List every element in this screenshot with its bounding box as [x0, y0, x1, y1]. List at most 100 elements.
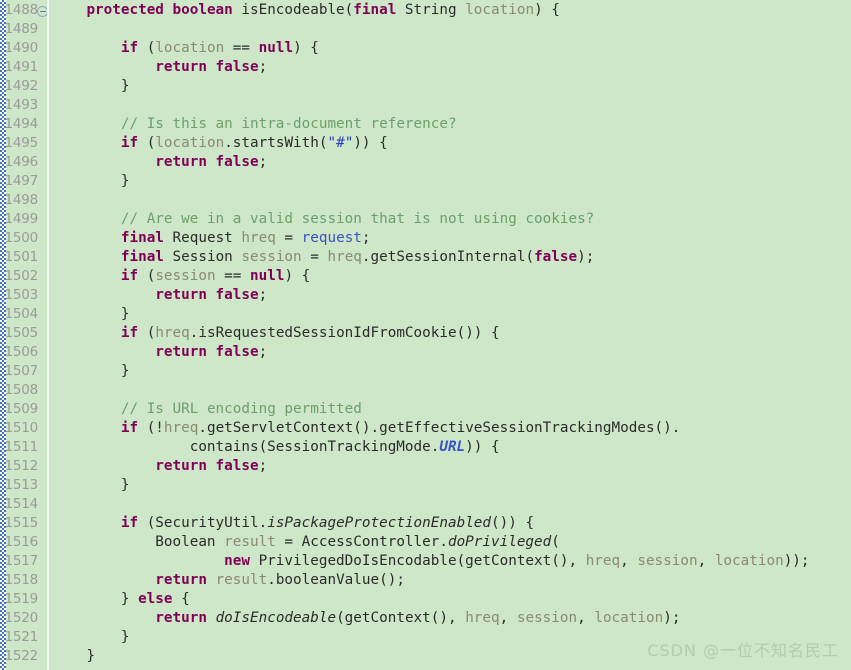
code-token-kw: else: [138, 591, 173, 607]
code-line[interactable]: // Are we in a valid session that is not…: [52, 210, 594, 229]
code-token-str: "#": [327, 135, 354, 151]
code-line[interactable]: return false;: [52, 286, 267, 305]
code-token-plain: ;: [258, 59, 268, 75]
code-token-local: hreq: [327, 249, 362, 265]
code-token-local: session: [155, 268, 216, 284]
code-line[interactable]: } else {: [52, 590, 190, 609]
code-token-plain: )) {: [465, 439, 500, 455]
code-line[interactable]: [52, 381, 61, 400]
code-token-plain: ) {: [534, 2, 560, 18]
gutter-separator: [47, 0, 49, 670]
code-line[interactable]: new PrivilegedDoIsEncodable(getContext()…: [52, 552, 810, 571]
code-line[interactable]: // Is this an intra-document reference?: [52, 115, 457, 134]
code-token-local: location: [594, 610, 664, 626]
code-token-local: hreq: [155, 325, 190, 341]
code-token-field: request: [301, 230, 362, 246]
code-token-kw: null: [258, 40, 294, 56]
code-token-plain: }: [52, 629, 130, 645]
code-line[interactable]: [52, 20, 61, 39]
code-line[interactable]: [52, 191, 61, 210]
code-token-cmt: // Is this an intra-document reference?: [120, 116, 457, 132]
code-token-cmt: // Is URL encoding permitted: [120, 401, 362, 417]
code-token-local: result: [215, 572, 268, 588]
code-line[interactable]: return result.booleanValue();: [52, 571, 405, 590]
code-line[interactable]: return doIsEncodeable(getContext(), hreq…: [52, 609, 680, 628]
code-editor[interactable]: 1488 1489 1490 1491 1492 1493 1494 1495 1496 1497…: [0, 0, 851, 670]
code-line[interactable]: }: [52, 305, 130, 324]
code-token-plain: ;: [258, 287, 268, 303]
code-token-smeth: doPrivileged: [447, 534, 552, 550]
code-line[interactable]: Boolean result = AccessController.doPriv…: [52, 533, 560, 552]
code-token-kw: false: [534, 249, 578, 265]
code-token-plain: .booleanValue();: [267, 572, 405, 588]
code-line[interactable]: if (SecurityUtil.isPackageProtectionEnab…: [52, 514, 534, 533]
code-line[interactable]: if (location == null) {: [52, 39, 319, 58]
code-token-kw: return false: [155, 154, 259, 170]
code-token-plain: Request: [163, 230, 242, 246]
code-token-plain: );: [577, 249, 595, 265]
code-line[interactable]: }: [52, 362, 130, 381]
code-line[interactable]: }: [52, 647, 95, 666]
code-token-plain: ==: [215, 268, 251, 284]
code-line[interactable]: return false;: [52, 153, 267, 172]
code-token-kw: if: [120, 135, 139, 151]
code-line[interactable]: if (hreq.isRequestedSessionIdFromCookie(…: [52, 324, 500, 343]
code-line[interactable]: if (session == null) {: [52, 267, 310, 286]
code-token-plain: ) {: [284, 268, 311, 284]
code-token-plain: }: [52, 363, 130, 379]
code-line[interactable]: protected boolean isEncodeable(final Str…: [52, 1, 560, 20]
code-content[interactable]: protected boolean isEncodeable(final Str…: [52, 0, 851, 670]
code-token-plain: (: [138, 135, 156, 151]
line-number-gutter[interactable]: 1488 1489 1490 1491 1492 1493 1494 1495 1496 1497…: [0, 0, 48, 670]
code-line[interactable]: // Is URL encoding permitted: [52, 400, 362, 419]
code-line[interactable]: }: [52, 628, 130, 647]
code-token-kw: final: [353, 2, 397, 18]
code-line[interactable]: [52, 96, 61, 115]
code-token-plain: ()) {: [491, 515, 535, 531]
code-token-plain: String: [396, 2, 466, 18]
code-token-kw: protected boolean: [86, 2, 242, 18]
code-token-plain: (: [551, 534, 560, 550]
code-line[interactable]: [52, 495, 61, 514]
code-line[interactable]: return false;: [52, 343, 267, 362]
code-line[interactable]: contains(SessionTrackingMode.URL)) {: [52, 438, 500, 457]
code-line[interactable]: if (!hreq.getServletContext().getEffecti…: [52, 419, 681, 438]
code-token-kw: if: [120, 515, 139, 531]
code-token-plain: ,: [499, 610, 517, 626]
code-token-local: hreq: [241, 230, 276, 246]
code-line[interactable]: return false;: [52, 58, 267, 77]
watermark: CSDN @一位不知名民工: [647, 641, 839, 660]
code-token-kw: if: [120, 40, 139, 56]
code-line[interactable]: final Session session = hreq.getSessionI…: [52, 248, 594, 267]
code-token-kw: return false: [155, 287, 259, 303]
code-token-plain: contains(SessionTrackingMode.: [52, 439, 440, 455]
code-line[interactable]: }: [52, 476, 130, 495]
code-line[interactable]: final Request hreq = request;: [52, 229, 371, 248]
code-token-plain: ) {: [293, 40, 319, 56]
code-token-kw: return false: [155, 344, 259, 360]
code-token-plain: ));: [783, 553, 810, 569]
code-line[interactable]: }: [52, 172, 130, 191]
code-line[interactable]: return false;: [52, 457, 267, 476]
code-line[interactable]: }: [52, 77, 130, 96]
code-token-plain: }: [52, 78, 130, 94]
annotation-ruler-strip[interactable]: [0, 0, 6, 670]
code-token-plain: .getSessionInternal(: [361, 249, 535, 265]
code-token-plain: (: [138, 268, 156, 284]
code-token-plain: =: [275, 230, 302, 246]
code-line[interactable]: if (location.startsWith("#")) {: [52, 134, 388, 153]
